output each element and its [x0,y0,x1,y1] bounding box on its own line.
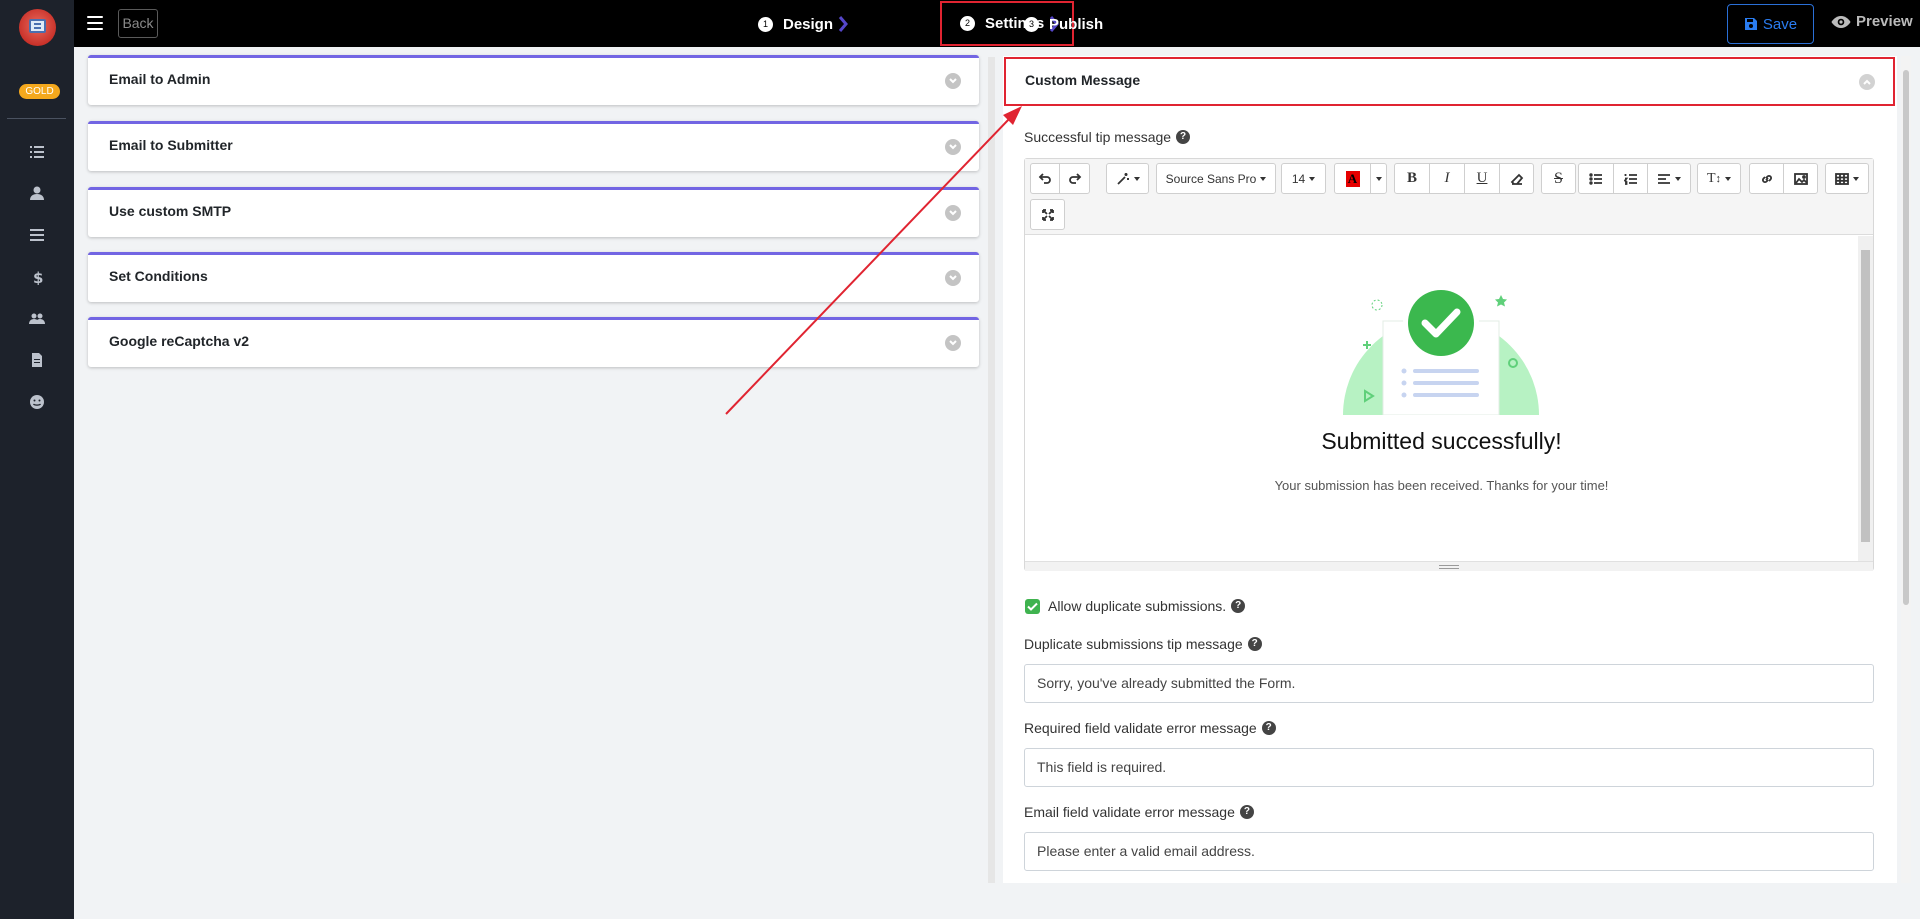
user-icon[interactable] [27,183,47,203]
required-error-input[interactable]: This field is required. [1024,748,1874,787]
chevron-down-icon [945,73,961,89]
eraser-icon[interactable] [1499,163,1534,194]
redo-icon[interactable] [1059,163,1090,194]
font-family-value: Source Sans Pro [1165,171,1257,186]
editor-resize-handle[interactable] [1025,561,1873,571]
allow-duplicate-label: Allow duplicate submissions. ? [1048,598,1246,614]
align-icon[interactable] [1647,163,1691,194]
bold-icon[interactable]: B [1394,163,1430,194]
floppy-disk-icon [1744,18,1757,30]
chevron-down-icon [945,335,961,351]
accordion-email-to-admin[interactable]: Email to Admin [88,55,979,105]
app-logo[interactable] [19,9,56,46]
step-publish[interactable]: 3 Publish [1024,8,1103,40]
document-icon[interactable] [27,350,47,370]
required-error-label: Required field validate error message ? [1024,720,1276,736]
strikethrough-icon[interactable]: S [1541,163,1576,194]
step-number: 3 [1024,16,1039,32]
accordion-title: Use custom SMTP [109,203,232,219]
sidebar-divider [7,118,66,119]
preview-label: Preview [1856,13,1913,30]
tip-message-label: Successful tip message ? [1024,129,1191,145]
left-sidebar: GOLD $ [0,0,74,919]
allow-duplicate-text: Allow duplicate submissions. [1048,598,1227,614]
font-family-select[interactable]: Source Sans Pro [1156,163,1276,194]
smile-icon[interactable] [27,392,47,412]
email-error-label-text: Email field validate error message [1024,804,1235,820]
bullet-list-icon[interactable] [1578,163,1614,194]
help-icon[interactable]: ? [1247,637,1262,651]
accordion-title: Email to Submitter [109,137,233,153]
editor-content[interactable]: Submitted successfully! Your submission … [1025,236,1858,561]
duplicate-tip-label-text: Duplicate submissions tip message [1024,636,1243,652]
hamburger-menu-icon[interactable] [87,16,103,30]
accordion-title: Set Conditions [109,268,208,284]
email-error-label: Email field validate error message ? [1024,804,1254,820]
save-button[interactable]: Save [1727,4,1814,44]
preview-button[interactable]: Preview [1831,13,1913,30]
font-size-select[interactable]: 14 [1281,163,1326,194]
step-label: Publish [1049,15,1104,33]
editor-scrollbar[interactable] [1858,236,1873,561]
magic-wand-icon[interactable] [1106,163,1149,194]
text-color-icon[interactable]: A [1334,163,1371,194]
success-illustration [1343,285,1539,415]
success-title: Submitted successfully! [1321,428,1562,454]
accordion-email-to-submitter[interactable]: Email to Submitter [88,121,979,171]
menu-lines-icon[interactable] [27,225,47,245]
undo-icon[interactable] [1030,163,1060,194]
font-size-value: 14 [1291,171,1306,186]
chevron-up-icon [1859,74,1875,90]
plan-badge: GOLD [19,84,60,99]
step-number: 1 [758,16,773,32]
text-height-icon[interactable]: T ↕ [1697,163,1741,194]
duplicate-tip-input[interactable]: Sorry, you've already submitted the Form… [1024,664,1874,703]
accordion-title: Custom Message [1025,72,1141,88]
tip-message-label-text: Successful tip message [1024,129,1172,145]
accordion-custom-message[interactable]: Custom Message [1004,57,1895,106]
underline-icon[interactable]: U [1464,163,1500,194]
left-panel-scrollbar[interactable] [988,57,995,883]
chevron-down-icon [945,270,961,286]
accordion-recaptcha[interactable]: Google reCaptcha v2 [88,317,979,367]
accordion-set-conditions[interactable]: Set Conditions [88,252,979,302]
chevron-down-icon [945,139,961,155]
help-icon[interactable]: ? [1176,130,1191,144]
email-error-input[interactable]: Please enter a valid email address. [1024,832,1874,871]
accordion-custom-smtp[interactable]: Use custom SMTP [88,187,979,237]
help-icon[interactable]: ? [1261,721,1276,735]
chevron-right-icon [838,16,848,32]
dollar-icon[interactable]: $ [27,267,47,287]
italic-icon[interactable]: I [1429,163,1465,194]
step-label: Design [783,15,834,33]
eye-icon [1831,15,1851,28]
chevron-down-icon [945,205,961,221]
top-bar: Back 1 Design 2 Settings 3 Publish Save … [74,0,1920,47]
table-icon[interactable] [1825,163,1869,194]
save-label: Save [1762,15,1798,33]
fullscreen-icon[interactable] [1030,199,1065,230]
accordion-title: Email to Admin [109,71,211,87]
step-design[interactable]: 1 Design [758,8,848,40]
duplicate-tip-label: Duplicate submissions tip message ? [1024,636,1262,652]
numbered-list-icon[interactable] [1613,163,1648,194]
rich-text-editor: Source Sans Pro 14 A B I U S T ↕ Submitt… [1024,158,1874,571]
editor-toolbar: Source Sans Pro 14 A B I U S T ↕ [1025,159,1873,235]
image-icon[interactable] [1783,163,1818,194]
users-icon[interactable] [27,309,47,329]
help-icon[interactable]: ? [1239,805,1254,819]
right-panel-scrollbar[interactable] [1901,56,1911,883]
required-error-label-text: Required field validate error message [1024,720,1257,736]
text-color-dropdown[interactable] [1370,163,1387,194]
step-number: 2 [960,16,975,31]
back-button[interactable]: Back [118,9,158,38]
list-icon[interactable] [27,142,47,162]
allow-duplicate-checkbox[interactable] [1025,599,1040,614]
accordion-title: Google reCaptcha v2 [109,333,250,349]
success-subtitle: Your submission has been received. Thank… [1274,478,1609,493]
svg-text:$: $ [33,269,43,285]
link-icon[interactable] [1749,163,1784,194]
help-icon[interactable]: ? [1231,599,1246,613]
